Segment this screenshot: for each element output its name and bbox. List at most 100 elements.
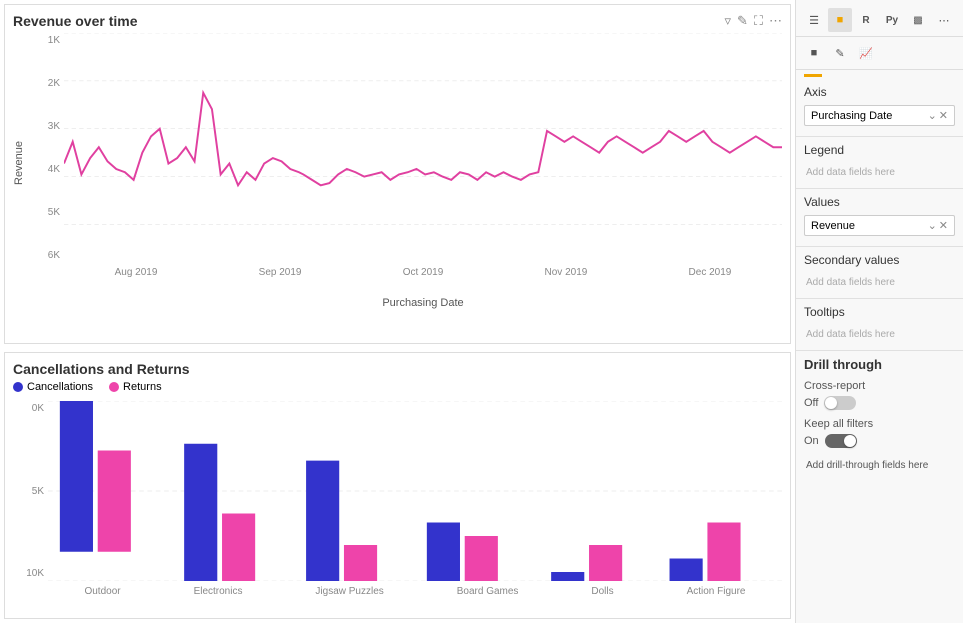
bar-chart-area: 10K 5K 0K xyxy=(13,401,782,581)
main-content: Revenue over time ▿ ✎ ⛶ ⋯ Revenue 6K 5K … xyxy=(0,0,795,623)
bar-x-tick: Dolls xyxy=(591,586,613,597)
grid-icon-btn[interactable]: ■ xyxy=(828,8,852,32)
cross-report-toggle-row: Off xyxy=(804,396,955,410)
vis1-icon-btn[interactable]: ▩ xyxy=(906,8,930,32)
y-axis: 6K 5K 4K 3K 2K 1K xyxy=(29,33,64,263)
bar-y-tick: 10K xyxy=(13,568,44,579)
keep-filters-state: On xyxy=(804,435,819,447)
toggle-thumb-off xyxy=(825,397,837,409)
tooltips-title: Tooltips xyxy=(804,305,955,319)
returns-label: Returns xyxy=(123,381,162,393)
x-axis-label: Purchasing Date xyxy=(382,297,463,309)
chart-legend: Cancellations Returns xyxy=(13,381,782,393)
returns-dot xyxy=(109,382,119,392)
legend-cancellations: Cancellations xyxy=(13,381,93,393)
secondary-values-section: Secondary values Add data fields here xyxy=(796,247,963,299)
table-icon-btn[interactable]: ☰ xyxy=(802,8,826,32)
bar-x-tick: Electronics xyxy=(194,586,243,597)
keep-filters-toggle-row: On xyxy=(804,434,955,448)
axis-title: Axis xyxy=(804,85,955,99)
x-tick: Nov 2019 xyxy=(545,267,588,278)
add-drillthrough-label[interactable]: Add drill-through fields here xyxy=(804,456,955,475)
r-icon-btn[interactable]: R xyxy=(854,8,878,32)
bar-chart-svg xyxy=(48,401,782,581)
drillthrough-title: Drill through xyxy=(804,357,955,372)
axis-bar xyxy=(804,74,822,77)
edit-icon[interactable]: ✎ xyxy=(737,13,748,29)
bar-x-tick: Action Figure xyxy=(687,586,746,597)
y-tick: 6K xyxy=(29,250,64,261)
toolbar-row-2: ■ ✎ 📈 xyxy=(796,37,963,70)
cancellations-chart-title: Cancellations and Returns xyxy=(13,361,782,377)
legend-placeholder: Add data fields here xyxy=(804,163,955,182)
legend-title: Legend xyxy=(804,143,955,157)
expand-field-icon[interactable]: ⌄ xyxy=(928,109,937,122)
line-chart-svg xyxy=(64,33,782,272)
chart-inner: 6K 5K 4K 3K 2K 1K xyxy=(29,33,782,293)
axis-field-label: Purchasing Date xyxy=(811,110,892,122)
tooltips-section: Tooltips Add data fields here xyxy=(796,299,963,351)
bar-x-tick: Board Games xyxy=(457,586,519,597)
toggle-thumb-on xyxy=(844,435,856,447)
bar-y-tick: 5K xyxy=(13,486,44,497)
bar-chart-inner: Outdoor Electronics Jigsaw Puzzles Board… xyxy=(48,401,782,581)
more-tools-btn[interactable]: ⋯ xyxy=(932,8,956,32)
axis-field-chip[interactable]: Purchasing Date ⌄ ✕ xyxy=(804,105,955,126)
axis-section: Axis Purchasing Date ⌄ ✕ xyxy=(796,79,963,137)
remove-field-icon[interactable]: ✕ xyxy=(939,109,948,122)
values-chip-actions: ⌄ ✕ xyxy=(928,219,948,232)
y-tick: 2K xyxy=(29,78,64,89)
bar-y-axis: 10K 5K 0K xyxy=(13,401,48,581)
paint-icon-btn[interactable]: ✎ xyxy=(828,41,852,65)
cross-report-state: Off xyxy=(804,397,818,409)
bar-x-tick: Outdoor xyxy=(84,586,120,597)
cancellations-label: Cancellations xyxy=(27,381,93,393)
legend-section: Legend Add data fields here xyxy=(796,137,963,189)
values-field-chip[interactable]: Revenue ⌄ ✕ xyxy=(804,215,955,236)
axis-chip-actions: ⌄ ✕ xyxy=(928,109,948,122)
cross-report-label: Cross-report xyxy=(804,380,955,392)
bar-x-tick: Jigsaw Puzzles xyxy=(315,586,383,597)
expand-icon[interactable]: ⛶ xyxy=(754,13,763,29)
chart-toolbar: ▿ ✎ ⛶ ⋯ xyxy=(724,13,782,29)
cross-report-row: Cross-report Off xyxy=(804,380,955,410)
right-panel: ☰ ■ R Py ▩ ⋯ ■ ✎ 📈 Axis Purchasing Date … xyxy=(795,0,963,623)
drillthrough-section: Drill through Cross-report Off Keep all … xyxy=(796,351,963,481)
y-tick: 1K xyxy=(29,35,64,46)
x-tick: Sep 2019 xyxy=(259,267,302,278)
expand-values-icon[interactable]: ⌄ xyxy=(928,219,937,232)
more-icon[interactable]: ⋯ xyxy=(769,13,782,29)
keep-filters-toggle[interactable] xyxy=(825,434,857,448)
toolbar-row-1: ☰ ■ R Py ▩ ⋯ xyxy=(796,4,963,37)
bar-y-tick: 0K xyxy=(13,403,44,414)
py-icon-btn[interactable]: Py xyxy=(880,8,904,32)
x-tick: Oct 2019 xyxy=(403,267,444,278)
y-tick: 5K xyxy=(29,207,64,218)
secondary-values-title: Secondary values xyxy=(804,253,955,267)
keep-filters-label: Keep all filters xyxy=(804,418,955,430)
legend-returns: Returns xyxy=(109,381,162,393)
filter-icon[interactable]: ▿ xyxy=(724,13,731,29)
cross-report-toggle[interactable] xyxy=(824,396,856,410)
y-tick: 3K xyxy=(29,121,64,132)
cancellations-chart: Cancellations and Returns Cancellations … xyxy=(4,352,791,619)
format-icon-btn[interactable]: ■ xyxy=(802,41,826,65)
y-tick: 4K xyxy=(29,164,64,175)
secondary-values-placeholder: Add data fields here xyxy=(804,273,955,292)
x-tick: Aug 2019 xyxy=(115,267,158,278)
x-tick: Dec 2019 xyxy=(689,267,732,278)
bar-x-axis: Outdoor Electronics Jigsaw Puzzles Board… xyxy=(48,586,782,597)
tooltips-placeholder: Add data fields here xyxy=(804,325,955,344)
revenue-chart: Revenue over time ▿ ✎ ⛶ ⋯ Revenue 6K 5K … xyxy=(4,4,791,344)
cancellations-dot xyxy=(13,382,23,392)
axis-bar-container xyxy=(796,70,963,79)
keep-filters-row: Keep all filters On xyxy=(804,418,955,448)
analytics-icon-btn[interactable]: 📈 xyxy=(854,41,878,65)
revenue-chart-title: Revenue over time xyxy=(13,13,138,29)
values-field-label: Revenue xyxy=(811,220,855,232)
remove-values-icon[interactable]: ✕ xyxy=(939,219,948,232)
values-section: Values Revenue ⌄ ✕ xyxy=(796,189,963,247)
values-title: Values xyxy=(804,195,955,209)
y-axis-label: Revenue xyxy=(13,33,25,293)
x-axis-label-container: Purchasing Date xyxy=(64,279,782,293)
